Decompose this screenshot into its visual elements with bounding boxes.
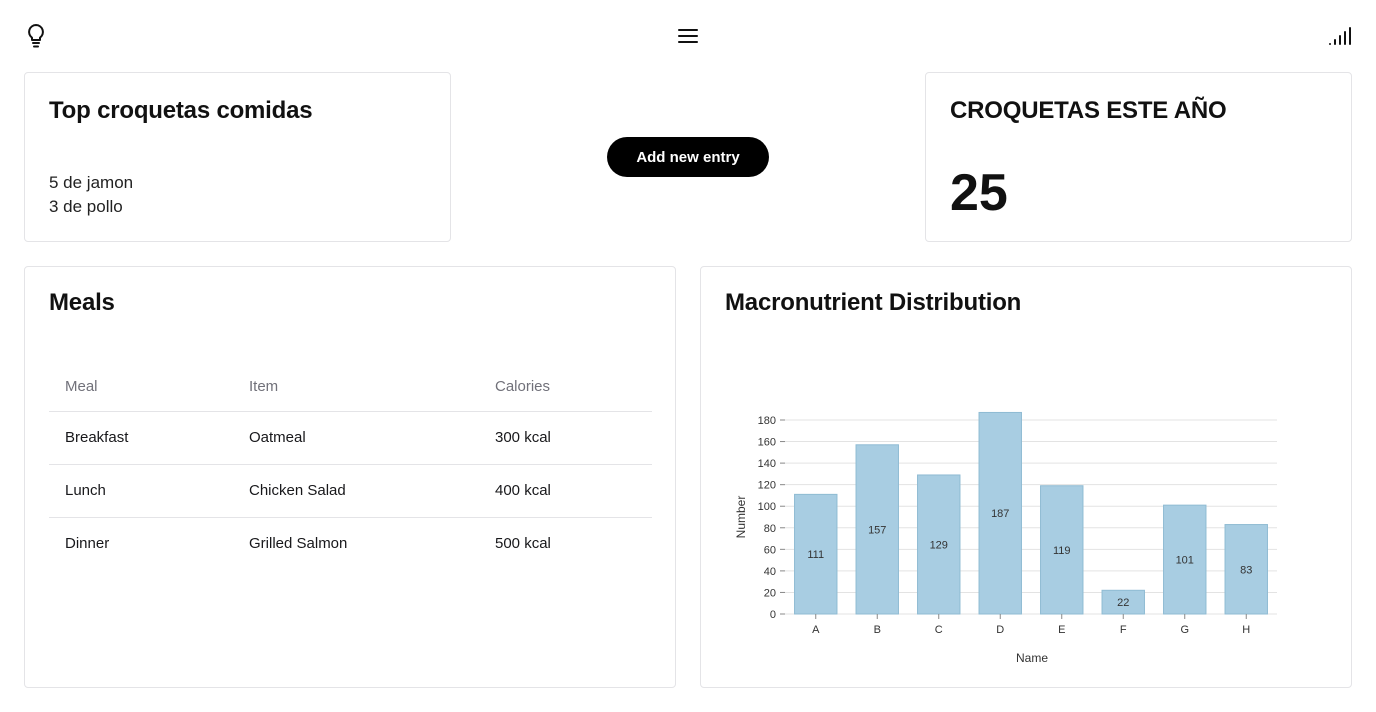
table-cell: Chicken Salad (233, 464, 479, 518)
table-cell: Breakfast (49, 411, 233, 465)
table-row: Dinner Grilled Salmon 500 kcal (49, 517, 652, 570)
y-tick-label: 80 (764, 523, 776, 535)
data-label: 119 (1053, 545, 1071, 557)
x-tick-label: E (1058, 624, 1065, 636)
meals-table: Meal Item Calories Breakfast Oatmeal 300… (49, 363, 652, 570)
top-croquetas-card: Top croquetas comidas 5 de jamon 3 de po… (24, 72, 451, 242)
card-title: CROQUETAS ESTE AÑO (950, 97, 1227, 124)
x-tick-label: F (1120, 624, 1127, 636)
y-tick-label: 20 (764, 587, 776, 599)
meals-card: Meals Meal Item Calories Breakfast Oatme… (24, 266, 676, 688)
data-label: 129 (930, 539, 948, 551)
lightbulb-icon[interactable] (24, 23, 48, 49)
data-label: 187 (991, 508, 1009, 520)
table-cell: Dinner (65, 535, 110, 553)
croquetas-year-card: CROQUETAS ESTE AÑO 25 (925, 72, 1352, 242)
x-tick-label: B (874, 624, 881, 636)
data-label: 157 (868, 524, 886, 536)
column-header-calories: Calories (479, 363, 652, 412)
macronutrient-card: Macronutrient Distribution 0 20 40 60 80 100 1… (700, 266, 1352, 688)
x-tick-label: G (1180, 624, 1189, 636)
x-tick-label: A (812, 624, 820, 636)
y-tick-label: 0 (770, 609, 776, 621)
table-cell: 500 kcal (495, 535, 551, 553)
table-cell: Grilled Salmon (249, 535, 348, 553)
table-cell: Oatmeal (233, 411, 479, 465)
hamburger-menu-icon[interactable] (676, 24, 700, 48)
x-axis-title: Name (1016, 651, 1048, 665)
card-title: Meals (49, 289, 115, 316)
table-header-row: Meal Item Calories (49, 363, 652, 412)
croquetas-list: 5 de jamon 3 de pollo (49, 171, 133, 219)
data-label: 111 (807, 549, 824, 561)
column-header-meal: Meal (49, 363, 233, 412)
table-cell: 300 kcal (479, 411, 652, 465)
table-row: Lunch Chicken Salad 400 kcal (49, 464, 652, 518)
data-label: 101 (1176, 555, 1194, 567)
y-tick-label: 100 (758, 501, 776, 513)
signal-icon[interactable] (1327, 25, 1353, 47)
card-title: Top croquetas comidas (49, 97, 313, 124)
add-new-entry-button[interactable]: Add new entry (607, 137, 769, 177)
y-tick-label: 60 (764, 544, 776, 556)
x-tick-label: C (935, 624, 943, 636)
data-label: 22 (1117, 597, 1129, 609)
data-label: 83 (1240, 564, 1252, 576)
y-tick-label: 40 (764, 566, 776, 578)
year-count: 25 (950, 164, 1008, 222)
y-tick-label: 160 (758, 437, 776, 449)
x-tick-label: D (996, 624, 1004, 636)
top-bar (0, 0, 1376, 72)
table-cell: 400 kcal (479, 464, 652, 518)
list-item: 5 de jamon (49, 173, 134, 192)
table-cell: Lunch (49, 464, 233, 518)
y-axis-title: Number (734, 496, 748, 539)
y-tick-label: 120 (758, 480, 776, 492)
table-row: Breakfast Oatmeal 300 kcal (49, 411, 652, 465)
y-tick-label: 180 (758, 415, 776, 427)
y-tick-label: 140 (758, 458, 776, 470)
macronutrient-bar-chart: 0 20 40 60 80 100 120 140 160 180 111 A 157 B 129 C 187 D… (734, 411, 1277, 665)
column-header-item: Item (233, 363, 479, 412)
list-item: 3 de pollo (49, 197, 123, 216)
x-tick-label: H (1242, 624, 1250, 636)
